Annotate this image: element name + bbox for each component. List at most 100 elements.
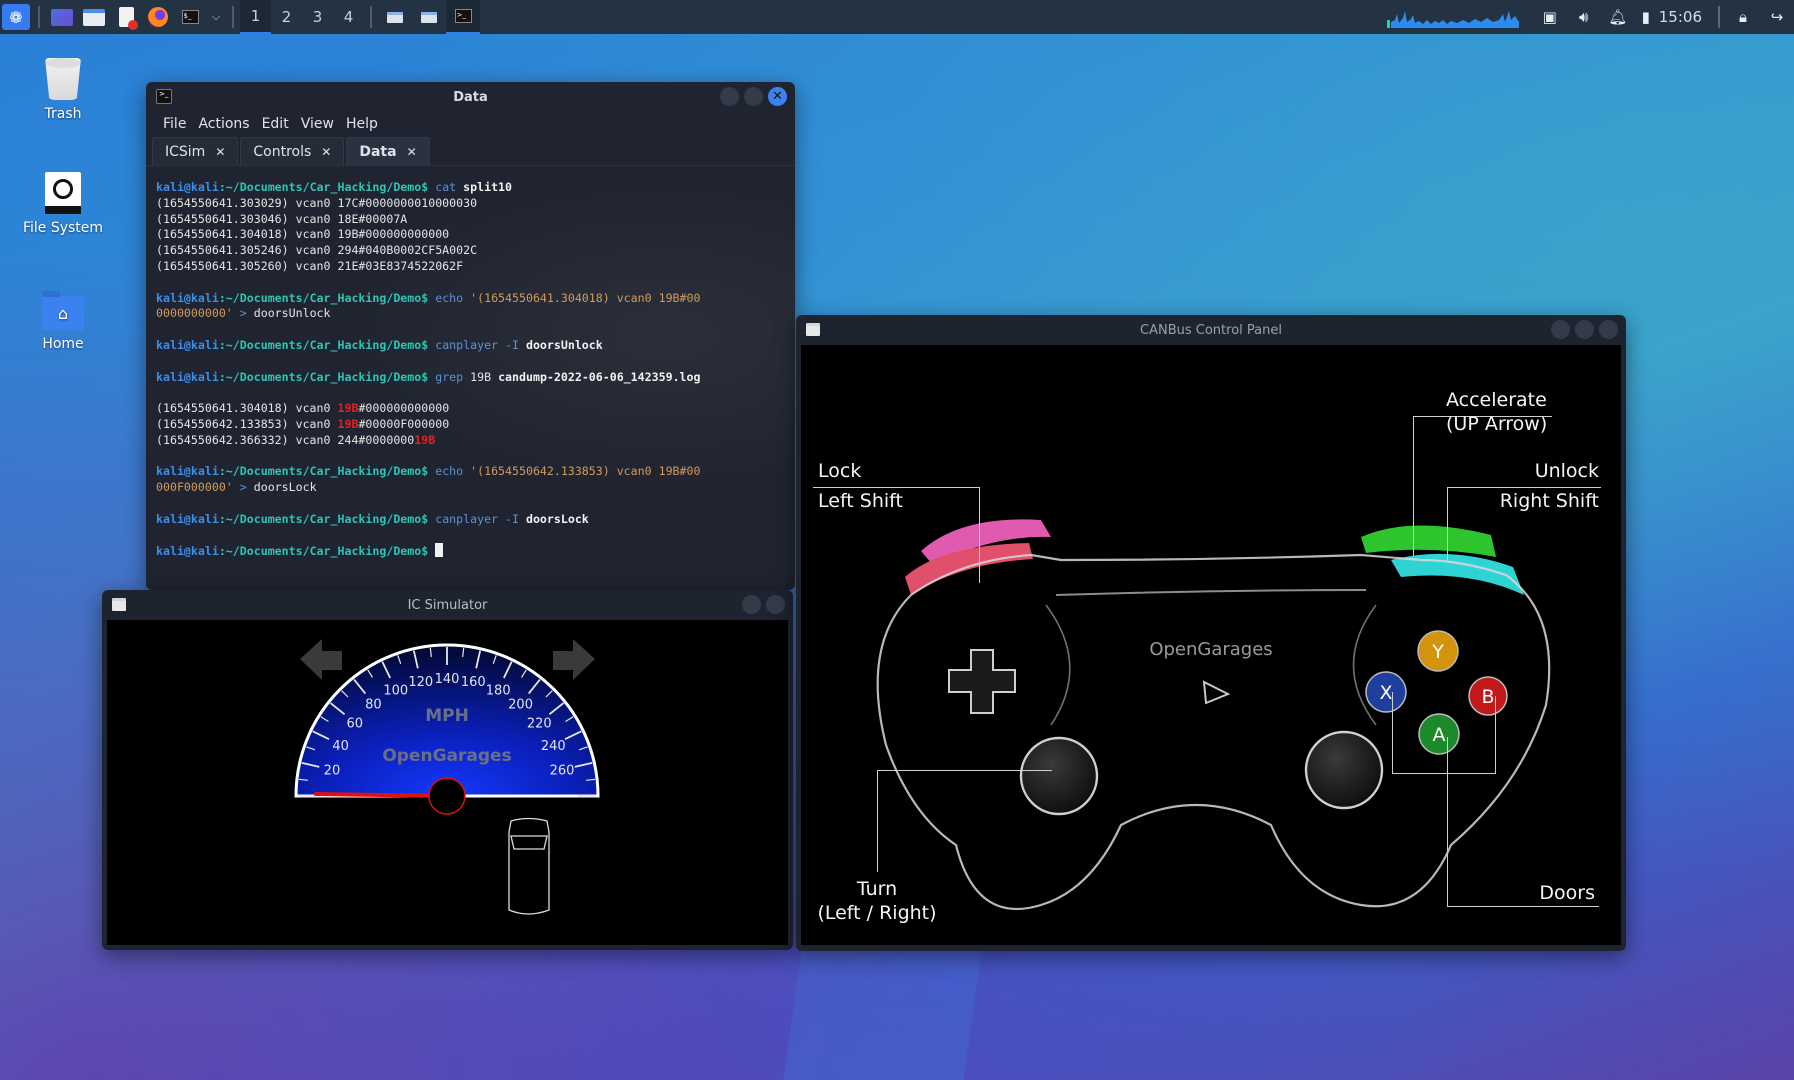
lock-key-label: Left Shift bbox=[818, 490, 903, 512]
menu-view[interactable]: View bbox=[296, 114, 339, 134]
tab-controls[interactable]: Controls ✕ bbox=[240, 137, 345, 165]
face-button-x[interactable]: X bbox=[1365, 671, 1407, 713]
menu-help[interactable]: Help bbox=[341, 114, 383, 134]
face-button-b[interactable]: B bbox=[1468, 676, 1508, 716]
show-desktop-button[interactable] bbox=[46, 0, 78, 34]
left-analog-stick[interactable] bbox=[1019, 736, 1099, 816]
dpad[interactable] bbox=[948, 649, 1016, 714]
minimize-button[interactable] bbox=[720, 87, 739, 106]
task-ic-simulator[interactable] bbox=[378, 0, 412, 34]
prompt-user: kali@kali bbox=[156, 337, 219, 352]
tab-data[interactable]: Data ✕ bbox=[346, 137, 430, 165]
firefox-launcher[interactable] bbox=[142, 0, 174, 34]
command: cat bbox=[435, 180, 457, 194]
output-text: (1654550642.366332) vcan0 244#0000000 bbox=[156, 432, 415, 447]
unlock-leader-line bbox=[1447, 487, 1601, 488]
controller-canvas[interactable]: OpenGarages Y X B A Accelerate (UP Arrow… bbox=[801, 345, 1621, 945]
minimize-button[interactable] bbox=[742, 595, 761, 614]
command-string: '(1654550641.304018) vcan0 19B#00 bbox=[470, 290, 701, 305]
speed-needle bbox=[314, 792, 449, 798]
desktop-icon-label: Home bbox=[42, 336, 84, 352]
right-analog-stick[interactable] bbox=[1304, 730, 1384, 810]
network-icon[interactable]: ▣ bbox=[1533, 0, 1567, 34]
clock[interactable]: 15:06 bbox=[1659, 8, 1702, 26]
canbus-titlebar[interactable]: CANBus Control Panel bbox=[796, 315, 1626, 345]
notification-bell-icon[interactable]: 🔔︎ bbox=[1601, 0, 1635, 34]
cpu-graph[interactable] bbox=[1386, 6, 1519, 28]
right-bumper-top[interactable] bbox=[1361, 525, 1496, 557]
ic-simulator-window: IC Simulator 20 40 60 80 100 120 140 160 180 200 2… bbox=[102, 590, 793, 950]
kali-menu-button[interactable]: ❁ bbox=[0, 0, 32, 34]
close-tab-icon[interactable]: ✕ bbox=[215, 145, 225, 159]
maximize-button[interactable] bbox=[744, 87, 763, 106]
gauge-tick-label: 220 bbox=[527, 716, 552, 731]
menu-actions[interactable]: Actions bbox=[193, 114, 254, 134]
gauge-tick-label: 20 bbox=[324, 764, 341, 779]
face-button-a[interactable]: A bbox=[1418, 713, 1460, 755]
tab-label: ICSim bbox=[165, 143, 206, 160]
desktop-icon bbox=[51, 8, 73, 26]
close-button[interactable]: ✕ bbox=[768, 87, 787, 106]
grep-match: 19B bbox=[414, 432, 436, 447]
turn-leader-line bbox=[877, 770, 878, 872]
close-tab-icon[interactable]: ✕ bbox=[321, 145, 331, 159]
gauge-tick-label: 120 bbox=[408, 675, 433, 690]
task-canbus-panel[interactable] bbox=[412, 0, 446, 34]
file-manager-launcher[interactable] bbox=[78, 0, 110, 34]
command-string: 000F000000' bbox=[156, 480, 233, 495]
workspace-3[interactable]: 3 bbox=[302, 0, 333, 34]
output-text: (1654550642.133853) vcan0 bbox=[156, 416, 338, 431]
close-tab-icon[interactable]: ✕ bbox=[407, 145, 417, 159]
maximize-button[interactable] bbox=[766, 595, 785, 614]
terminal-launcher[interactable]: $_ bbox=[174, 0, 206, 34]
prompt-user: kali@kali bbox=[156, 290, 219, 305]
logout-icon[interactable]: ↪ bbox=[1760, 0, 1794, 34]
right-turn-signal-icon bbox=[553, 639, 595, 680]
menu-bar: File Actions Edit View Help bbox=[146, 112, 795, 136]
close-button[interactable] bbox=[1599, 320, 1618, 339]
output-line: (1654550641.305260) vcan0 21E#03E8374522… bbox=[156, 258, 464, 273]
window-icon bbox=[806, 323, 820, 336]
menu-file[interactable]: File bbox=[158, 114, 191, 134]
workspace-1[interactable]: 1 bbox=[240, 0, 271, 34]
desktop-icon-home[interactable]: ⌂ Home bbox=[8, 291, 118, 352]
prompt-path: :~/Documents/Car_Hacking/Demo$ bbox=[218, 511, 429, 526]
command-line: kali@kali:~/Documents/Car_Hacking/Demo$ … bbox=[156, 291, 795, 307]
desktop-icon-trash[interactable]: Trash bbox=[8, 58, 118, 122]
minimize-button[interactable] bbox=[1551, 320, 1570, 339]
text-cursor bbox=[435, 543, 444, 558]
terminal-titlebar[interactable]: >_ Data ✕ bbox=[146, 82, 795, 112]
tab-icsim[interactable]: ICSim ✕ bbox=[152, 137, 239, 165]
ic-simulator-titlebar[interactable]: IC Simulator bbox=[102, 590, 793, 620]
close-icon: ✕ bbox=[772, 89, 783, 104]
prompt-path: :~/Documents/Car_Hacking/Demo$ bbox=[218, 337, 429, 352]
workspace-4[interactable]: 4 bbox=[333, 0, 364, 34]
launcher-dropdown[interactable]: ⌵ bbox=[206, 0, 226, 34]
command-arg: candump-2022-06-06_142359.log bbox=[498, 369, 701, 384]
menu-edit[interactable]: Edit bbox=[257, 114, 294, 134]
lock-leader-line bbox=[813, 487, 980, 488]
lock-label: Lock bbox=[818, 460, 862, 482]
start-button-icon[interactable] bbox=[1202, 680, 1231, 705]
lock-icon[interactable]: 🔒︎ bbox=[1726, 0, 1760, 34]
workspace-2[interactable]: 2 bbox=[271, 0, 302, 34]
desktop-icon-file-system[interactable]: File System bbox=[8, 172, 118, 236]
face-button-y[interactable]: Y bbox=[1417, 630, 1459, 672]
command-string: 0000000000' bbox=[156, 306, 233, 321]
maximize-button[interactable] bbox=[1575, 320, 1594, 339]
doors-leader-line bbox=[1392, 773, 1496, 774]
tab-bar: ICSim ✕ Controls ✕ Data ✕ bbox=[146, 136, 795, 166]
chevron-down-icon: ⌵ bbox=[211, 10, 221, 23]
volume-icon[interactable]: 🔊︎ bbox=[1567, 0, 1601, 34]
task-terminal[interactable]: >_ bbox=[446, 0, 480, 34]
command-line: kali@kali:~/Documents/Car_Hacking/Demo$ … bbox=[156, 370, 795, 386]
active-prompt[interactable]: kali@kali:~/Documents/Car_Hacking/Demo$ bbox=[156, 543, 795, 559]
window-icon bbox=[112, 598, 126, 611]
text-editor-launcher[interactable] bbox=[110, 0, 142, 34]
battery-charging-icon[interactable]: ▮ bbox=[1635, 0, 1657, 34]
command-arg: doorsLock bbox=[525, 511, 589, 526]
tab-label: Controls bbox=[253, 143, 312, 160]
command-pattern: 19B bbox=[470, 369, 492, 384]
terminal-output[interactable]: kali@kali:~/Documents/Car_Hacking/Demo$ … bbox=[146, 166, 795, 586]
grep-match: 19B bbox=[337, 401, 359, 416]
